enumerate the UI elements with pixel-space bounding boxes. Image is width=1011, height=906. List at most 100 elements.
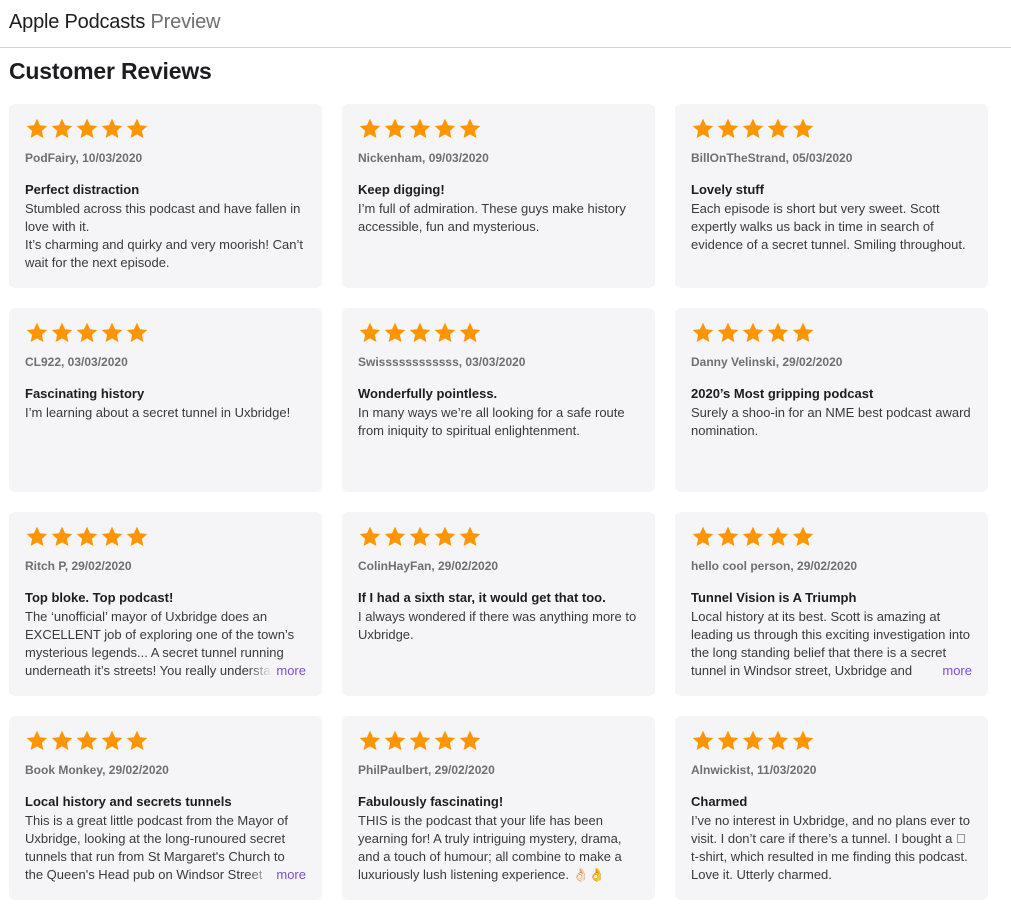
reviews-grid: PodFairy, 10/03/2020 Perfect distraction S… [9,104,989,900]
brand-name: Apple Podcasts [9,11,146,33]
review-body-wrap: Local history at its best. Scott is amaz… [691,608,972,680]
review-card: Swissssssssssss, 03/03/2020 Wonderfully p… [342,308,655,492]
review-author-date: Nickenham, 09/03/2020 [358,151,489,165]
star-icon [741,729,765,753]
star-rating [358,321,639,347]
review-body: Each episode is short but very sweet. Sc… [691,201,966,252]
star-rating [691,321,972,347]
more-link[interactable]: more [942,662,972,680]
review-card: Alnwickist, 11/03/2020 Charmed I’ve no int… [675,716,988,900]
star-icon [100,321,124,345]
star-icon [125,117,149,141]
star-rating [358,117,639,143]
review-author-date: ColinHayFan, 29/02/2020 [358,559,499,573]
review-card: Danny Velinski, 29/02/2020 2020’s Most gr… [675,308,988,492]
star-icon [100,117,124,141]
review-title: Local history and secrets tunnels [25,794,232,809]
star-icon [766,321,790,345]
brand-suffix: Preview [150,11,221,33]
review-body-wrap: I always wondered if there was anything … [358,608,639,644]
star-icon [741,525,765,549]
review-body: I’m learning about a secret tunnel in Ux… [25,405,291,420]
more-link-wrap: more [248,662,306,680]
star-rating [358,729,639,755]
star-icon [766,729,790,753]
review-body-wrap: Stumbled across this podcast and have fa… [25,200,306,272]
star-icon [50,729,74,753]
review-card: Book Monkey, 29/02/2020 Local history and… [9,716,322,900]
review-body-wrap: The ‘unofficial’ mayor of Uxbridge does … [25,608,306,680]
review-card: BillOnTheStrand, 05/03/2020 Lovely stuff E… [675,104,988,288]
star-icon [50,321,74,345]
review-body-wrap: I’m full of admiration. These guys make … [358,200,639,236]
star-icon [766,525,790,549]
review-author-date: CL922, 03/03/2020 [25,355,128,369]
star-icon [716,729,740,753]
review-card: CL922, 03/03/2020 Fascinating history I’m … [9,308,322,492]
star-icon [25,321,49,345]
review-title: Fascinating history [25,386,145,401]
review-body: I’m full of admiration. These guys make … [358,201,626,234]
star-icon [383,525,407,549]
star-icon [358,117,382,141]
star-icon [125,729,149,753]
star-icon [408,729,432,753]
star-icon [358,525,382,549]
star-icon [791,117,815,141]
star-icon [50,117,74,141]
review-author-date: PodFairy, 10/03/2020 [25,151,143,165]
review-author-date: Ritch P, 29/02/2020 [25,559,132,573]
star-icon [791,729,815,753]
review-body: THIS is the podcast that your life has b… [358,813,622,882]
review-body-wrap: I’m learning about a secret tunnel in Ux… [25,404,306,422]
review-body-wrap: Surely a shoo-in for an NME best podcast… [691,404,972,440]
star-icon [766,117,790,141]
star-icon [458,525,482,549]
star-icon [75,321,99,345]
star-icon [50,525,74,549]
star-rating [25,117,306,143]
review-body: In many ways we’re all looking for a saf… [358,405,625,438]
review-author-date: Danny Velinski, 29/02/2020 [691,355,843,369]
review-title: Fabulously fascinating! [358,794,504,809]
review-card: hello cool person, 29/02/2020 Tunnel Visi… [675,512,988,696]
star-rating [25,729,306,755]
star-rating [25,321,306,347]
star-icon [458,729,482,753]
star-icon [458,321,482,345]
star-icon [358,321,382,345]
review-body-wrap: This is a great little podcast from the … [25,812,306,884]
star-icon [125,321,149,345]
star-icon [791,525,815,549]
star-icon [383,117,407,141]
star-icon [75,117,99,141]
more-link[interactable]: more [276,866,306,884]
more-link[interactable]: more [276,662,306,680]
review-body-wrap: I’ve no interest in Uxbridge, and no pla… [691,812,972,884]
star-icon [383,321,407,345]
brand-logo[interactable]: Apple Podcasts Preview [9,11,220,34]
star-icon [741,117,765,141]
review-title: Perfect distraction [25,182,140,197]
star-icon [691,729,715,753]
review-author-date: Alnwickist, 11/03/2020 [691,763,817,777]
review-author-date: BillOnTheStrand, 05/03/2020 [691,151,853,165]
review-body: Surely a shoo-in for an NME best podcast… [691,405,971,438]
star-rating [691,729,972,755]
section-title: Customer Reviews [9,58,212,84]
review-title: Wonderfully pointless. [358,386,498,401]
review-title: Tunnel Vision is A Triumph [691,590,857,605]
star-icon [458,117,482,141]
review-body-wrap: THIS is the podcast that your life has b… [358,812,639,884]
star-icon [25,117,49,141]
star-rating [691,525,972,551]
review-author-date: hello cool person, 29/02/2020 [691,559,858,573]
star-icon [408,321,432,345]
star-icon [791,321,815,345]
review-author-date: PhilPaulbert, 29/02/2020 [358,763,495,777]
star-icon [100,525,124,549]
star-icon [75,525,99,549]
review-title: Charmed [691,794,748,809]
star-rating [25,525,306,551]
review-title: Top bloke. Top podcast! [25,590,174,605]
